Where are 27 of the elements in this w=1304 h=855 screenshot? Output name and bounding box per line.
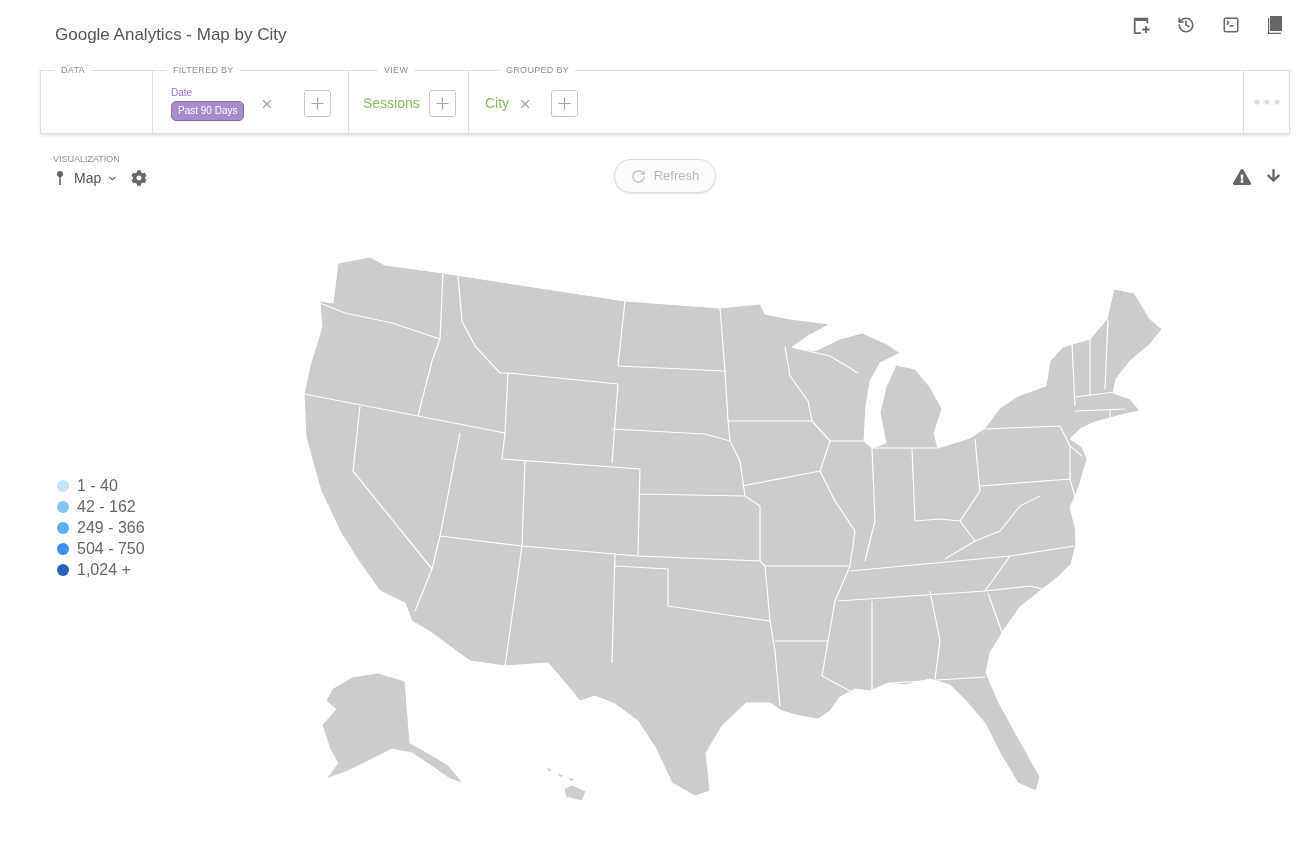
filter-field-label: Date: [171, 86, 193, 99]
legend-label: 42 - 162: [77, 497, 136, 517]
book-icon[interactable]: [1267, 16, 1283, 34]
visualization-dropdown[interactable]: Map: [53, 167, 119, 189]
legend-label: 1,024 +: [77, 560, 131, 580]
warning-icon[interactable]: [1233, 168, 1251, 186]
terminal-icon[interactable]: [1222, 16, 1240, 34]
refresh-icon: [630, 168, 646, 184]
filter-value-chip[interactable]: Past 90 Days: [171, 100, 245, 121]
field-name[interactable]: City: [485, 93, 510, 114]
section-label: FILTERED BY: [172, 65, 235, 75]
field-name[interactable]: Sessions: [363, 93, 420, 114]
plus-icon: [308, 94, 327, 113]
settings-icon[interactable]: [131, 170, 148, 186]
download-icon[interactable]: [1266, 168, 1281, 183]
legend-label: 504 - 750: [77, 539, 145, 559]
page-title: Google Analytics - Map by City: [55, 24, 287, 46]
history-icon[interactable]: [1177, 16, 1195, 34]
visualization-label: VISUALIZATION: [53, 154, 120, 164]
legend-label: 1 - 40: [77, 476, 118, 496]
window-add-icon[interactable]: [1132, 16, 1150, 34]
section-label: GROUPED BY: [505, 65, 570, 75]
section-label: VIEW: [383, 65, 410, 75]
legend-label: 249 - 366: [77, 518, 145, 538]
section-label: DATA: [60, 65, 86, 75]
pin-icon: [57, 171, 63, 185]
more-dots-icon[interactable]: [1253, 99, 1280, 105]
